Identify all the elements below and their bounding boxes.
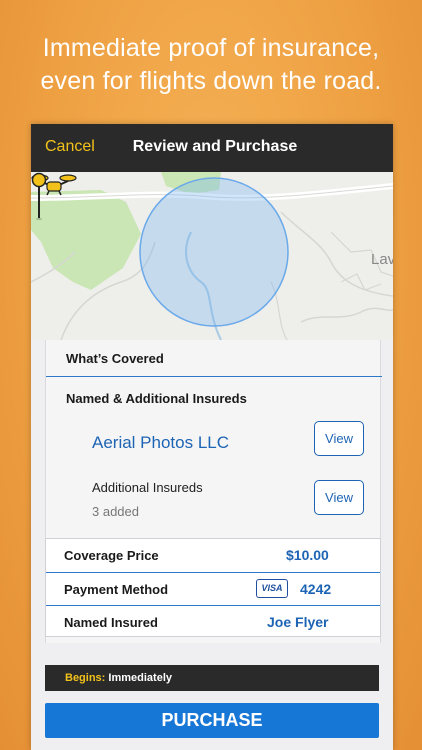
payment-method-label: Payment Method [64, 582, 169, 597]
view-additional-insureds-button[interactable]: View [314, 480, 364, 515]
begins-banner: Begins: Immediately [45, 665, 379, 691]
card-last4: 4242 [300, 581, 332, 597]
navigation-bar: Cancel Review and Purchase [31, 124, 393, 172]
additional-insureds-count: 3 added [92, 504, 139, 519]
named-insured-label: Named Insured [64, 615, 158, 630]
map-background [31, 172, 393, 340]
coverage-price-value: $10.00 [286, 547, 329, 563]
map-pin-icon [31, 172, 47, 220]
coverage-price-label: Coverage Price [64, 548, 159, 563]
headline-line-2: even for flights down the road. [40, 67, 382, 95]
begins-value: Immediately [108, 672, 172, 684]
coverage-price-row: Coverage Price $10.00 [46, 539, 380, 572]
named-insured-value: Joe Flyer [267, 614, 329, 630]
named-insured-company: Aerial Photos LLC [92, 433, 230, 452]
purchase-summary: Coverage Price $10.00 Payment Method VIS… [45, 538, 381, 637]
promo-headline: Immediate proof of insurance, even for f… [0, 32, 422, 98]
visa-card-icon: VISA [256, 579, 288, 598]
view-named-insured-button[interactable]: View [314, 421, 364, 456]
payment-method-row[interactable]: Payment Method VISA 4242 [46, 572, 380, 605]
purchase-button[interactable]: PURCHASE [45, 703, 379, 738]
named-insured-row[interactable]: Named Insured Joe Flyer [46, 605, 380, 638]
additional-insureds-label: Additional Insureds [92, 480, 203, 495]
insureds-heading: Named & Additional Insureds [66, 391, 247, 406]
page-title: Review and Purchase [132, 138, 298, 155]
whats-covered-row[interactable]: What’s Covered [46, 340, 382, 377]
begins-label: Begins: [65, 672, 109, 684]
map-place-label: Lav [371, 251, 393, 268]
coverage-map[interactable]: Lav [31, 172, 393, 340]
headline-line-1: Immediate proof of insurance, [42, 34, 380, 62]
whats-covered-heading: What’s Covered [66, 351, 164, 366]
app-screen: Cancel Review and Purchase Lav What’s Co… [31, 124, 393, 750]
